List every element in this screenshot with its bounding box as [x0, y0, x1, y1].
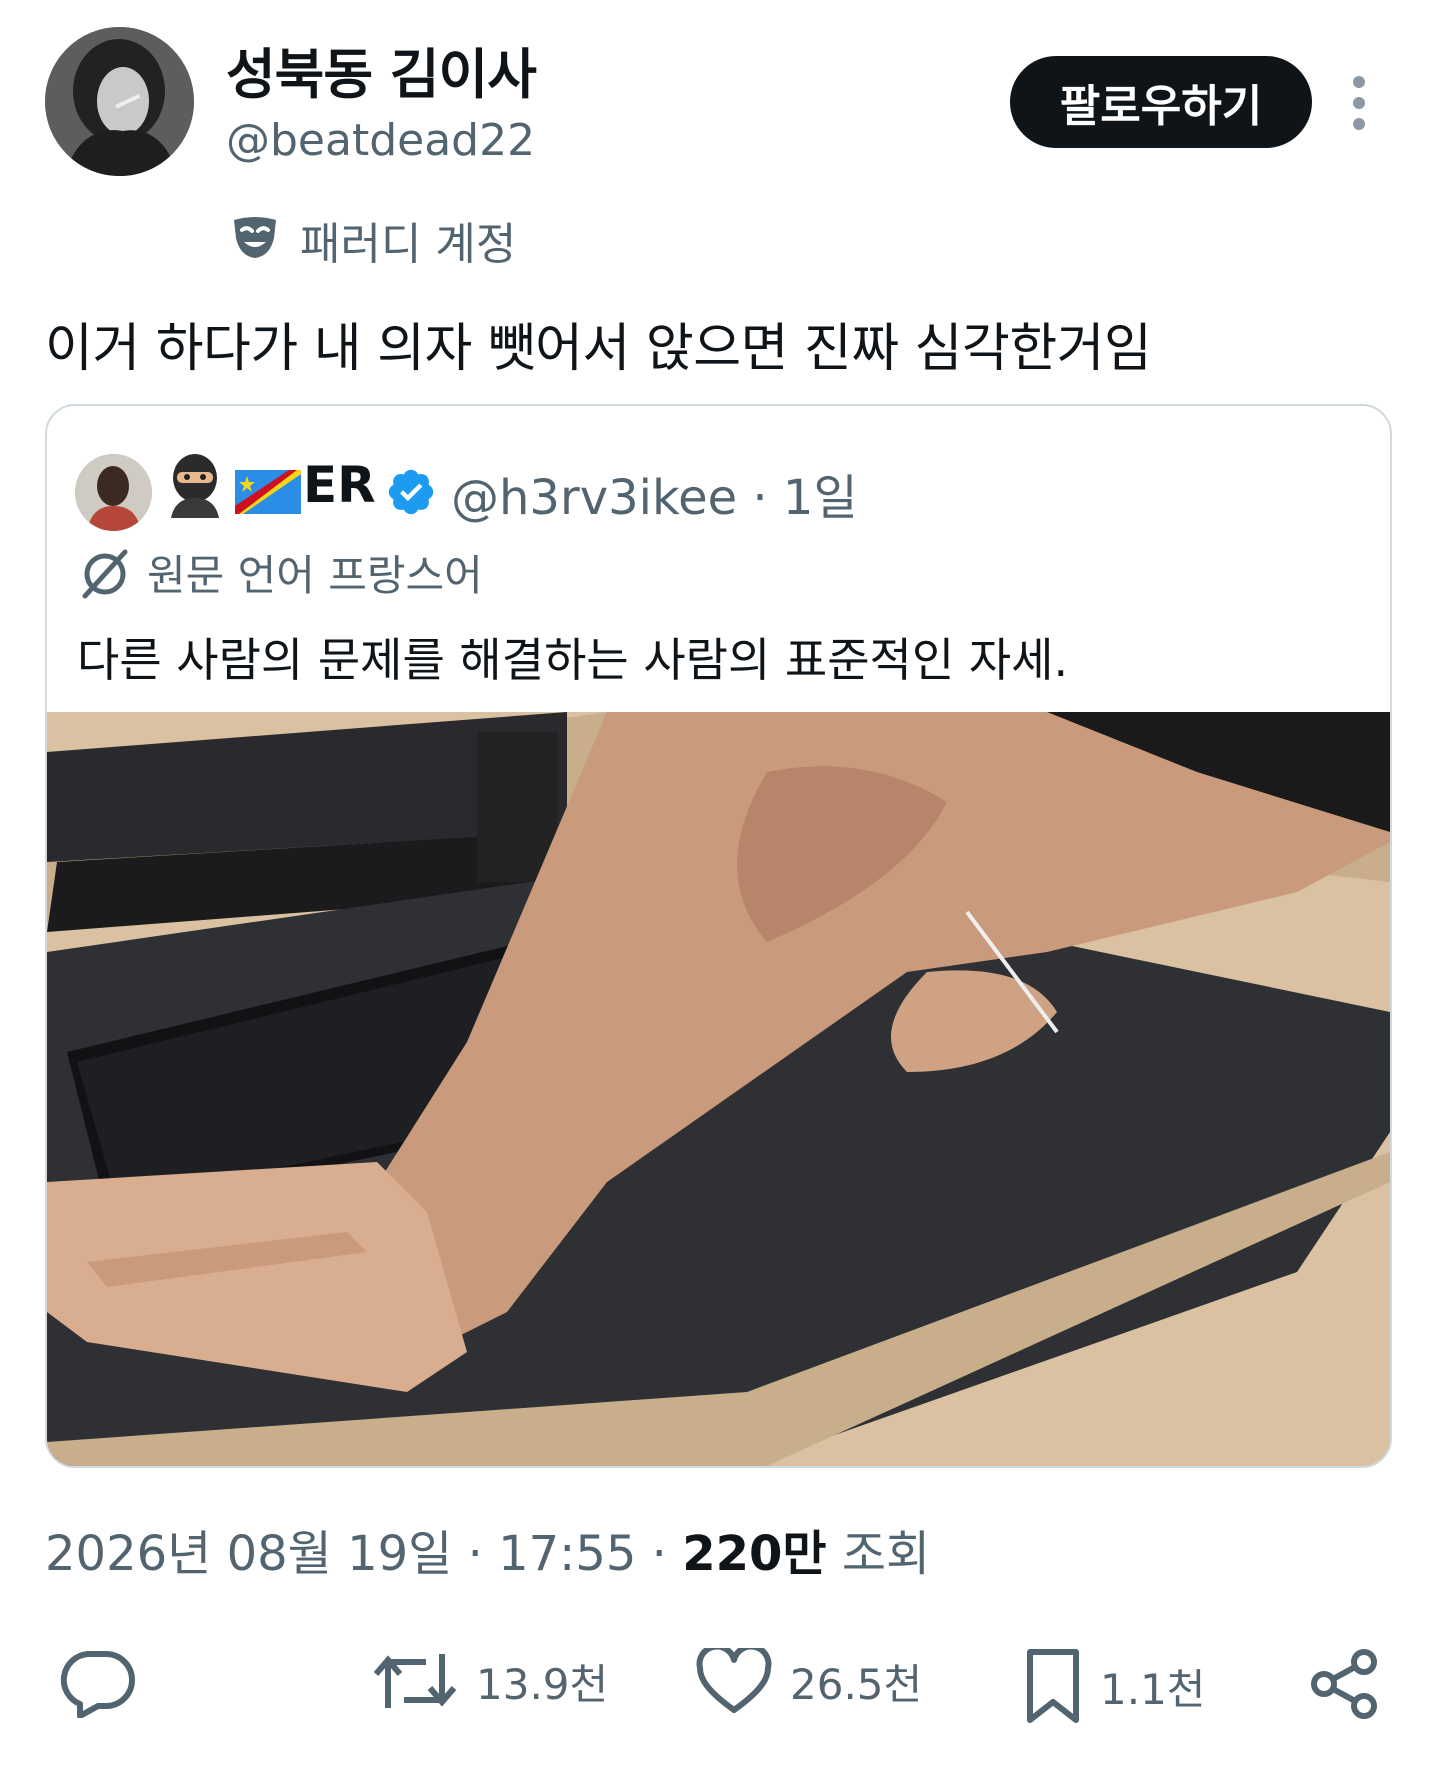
- author-avatar-image: [45, 27, 194, 176]
- author-handle[interactable]: @beatdead22: [226, 115, 535, 166]
- bookmark-count: 1.1천: [1100, 1664, 1206, 1714]
- retweet-count: 13.9천: [476, 1659, 609, 1709]
- bookmark-button[interactable]: 1.1천: [1024, 1648, 1205, 1724]
- retweet-button[interactable]: 13.9천: [372, 1648, 608, 1714]
- parody-account-label: 패러디 계정: [300, 219, 517, 270]
- quoted-tweet-photo[interactable]: [47, 712, 1390, 1466]
- verified-badge-icon: [388, 469, 434, 515]
- like-icon: [696, 1648, 772, 1713]
- more-icon[interactable]: [1344, 76, 1374, 130]
- view-count: 220만: [682, 1526, 827, 1582]
- like-count: 26.5천: [790, 1659, 923, 1709]
- bookmark-icon: [1027, 1649, 1079, 1723]
- author-display-name[interactable]: 성북동 김이사: [226, 30, 537, 109]
- ninja-emoji-icon: [171, 454, 219, 518]
- quoted-tweet-card[interactable]: ER @h3rv3ikee · 1일 원문 언어 프랑스어 다른 사람의 문제를…: [45, 404, 1392, 1468]
- translation-label[interactable]: 원문 언어 프랑스어: [147, 542, 483, 603]
- flag-drc-icon: [235, 470, 301, 514]
- author-avatar[interactable]: [45, 27, 194, 176]
- share-button[interactable]: [1308, 1648, 1380, 1720]
- tweet-text: 이거 하다가 내 의자 뺏어서 앉으면 진짜 심각한거임: [45, 319, 1152, 379]
- view-count-label: 조회: [841, 1526, 931, 1582]
- retweet-icon: [373, 1654, 457, 1708]
- follow-button[interactable]: 팔로우하기: [1010, 56, 1312, 148]
- quoted-tweet-text: 다른 사람의 문제를 해결하는 사람의 표준적인 자세.: [77, 633, 1069, 687]
- share-icon: [1311, 1649, 1377, 1719]
- translate-icon: [82, 549, 128, 599]
- quoted-author-handle-time[interactable]: @h3rv3ikee · 1일: [451, 458, 858, 528]
- reply-icon: [60, 1651, 135, 1718]
- quoted-author-avatar[interactable]: [75, 454, 152, 531]
- like-button[interactable]: 26.5천: [696, 1648, 922, 1714]
- tweet-meta: 2026년 08월 19일 · 17:55 · 220만 조회: [45, 1514, 930, 1584]
- photo-image: [47, 712, 1390, 1466]
- tweet-timestamp[interactable]: 2026년 08월 19일 · 17:55 ·: [45, 1526, 682, 1582]
- reply-button[interactable]: [58, 1648, 136, 1718]
- parody-mask-icon: [234, 217, 276, 258]
- quoted-author-name[interactable]: ER: [303, 456, 376, 514]
